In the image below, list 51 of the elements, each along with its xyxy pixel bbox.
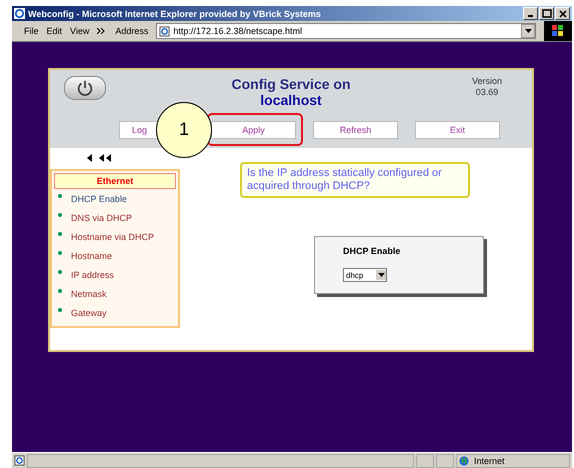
- maximize-icon: [542, 8, 552, 18]
- status-panel: [416, 454, 434, 468]
- bullet-icon: [58, 288, 62, 292]
- nav-heading: Ethernet: [54, 173, 176, 189]
- close-icon: [558, 8, 568, 18]
- nav-link[interactable]: Netmask: [71, 288, 107, 298]
- nav-link[interactable]: Gateway: [71, 308, 107, 318]
- page-icon: [159, 26, 170, 36]
- bullet-icon: [58, 194, 62, 198]
- windows-logo-icon: [544, 21, 572, 41]
- address-label: Address: [115, 26, 148, 36]
- window-title: Webconfig - Microsoft Internet Explorer provided by VBrick Systems: [28, 8, 322, 18]
- power-button[interactable]: [64, 76, 106, 100]
- bullet-icon: [58, 212, 62, 216]
- bullet-icon: [58, 232, 62, 236]
- menu-item[interactable]: File: [24, 26, 39, 36]
- nav-link[interactable]: DNS via DHCP: [71, 212, 132, 222]
- page-icon: [14, 455, 25, 466]
- page-button[interactable]: Refresh: [313, 121, 398, 140]
- callout-marker: 1: [156, 102, 212, 158]
- chevron-icon[interactable]: [97, 28, 106, 34]
- dropdown-arrow-icon[interactable]: [378, 272, 384, 278]
- globe-icon: [459, 456, 469, 466]
- hint-box: Is the IP address statically configured or acquired through DHCP?: [240, 162, 470, 198]
- nav-link[interactable]: Hostname via DHCP: [71, 232, 154, 242]
- nav-link[interactable]: DHCP Enable: [71, 194, 127, 204]
- page-button[interactable]: Log: [119, 121, 159, 140]
- bullet-icon: [58, 270, 62, 274]
- nav-link[interactable]: IP address: [71, 270, 114, 280]
- bullet-icon: [58, 308, 62, 312]
- status-panel: [436, 454, 454, 468]
- version-number: 03.69: [474, 87, 500, 98]
- maximize-button[interactable]: [539, 7, 554, 20]
- setting-label: DHCP Enable: [343, 246, 402, 256]
- menu-item[interactable]: View: [70, 26, 90, 36]
- version-label: Version: [470, 76, 504, 87]
- page-button[interactable]: Apply: [211, 121, 296, 140]
- host-name: localhost: [259, 92, 323, 108]
- browser-icon: [14, 8, 25, 19]
- zone-label: Internet: [474, 456, 505, 466]
- page-title: Config Service on: [230, 76, 352, 92]
- address-field[interactable]: http://172.16.2.38/netscape.html: [156, 23, 536, 39]
- minimize-button[interactable]: [523, 7, 538, 20]
- menu-item[interactable]: Edit: [46, 26, 62, 36]
- power-icon: [76, 79, 94, 97]
- minimize-icon: [528, 15, 533, 17]
- page-button[interactable]: Exit: [415, 121, 500, 140]
- select-field[interactable]: dhcp: [343, 268, 387, 282]
- nav-link[interactable]: Hostname: [71, 250, 112, 260]
- close-button[interactable]: [555, 7, 570, 20]
- bullet-icon: [58, 250, 62, 254]
